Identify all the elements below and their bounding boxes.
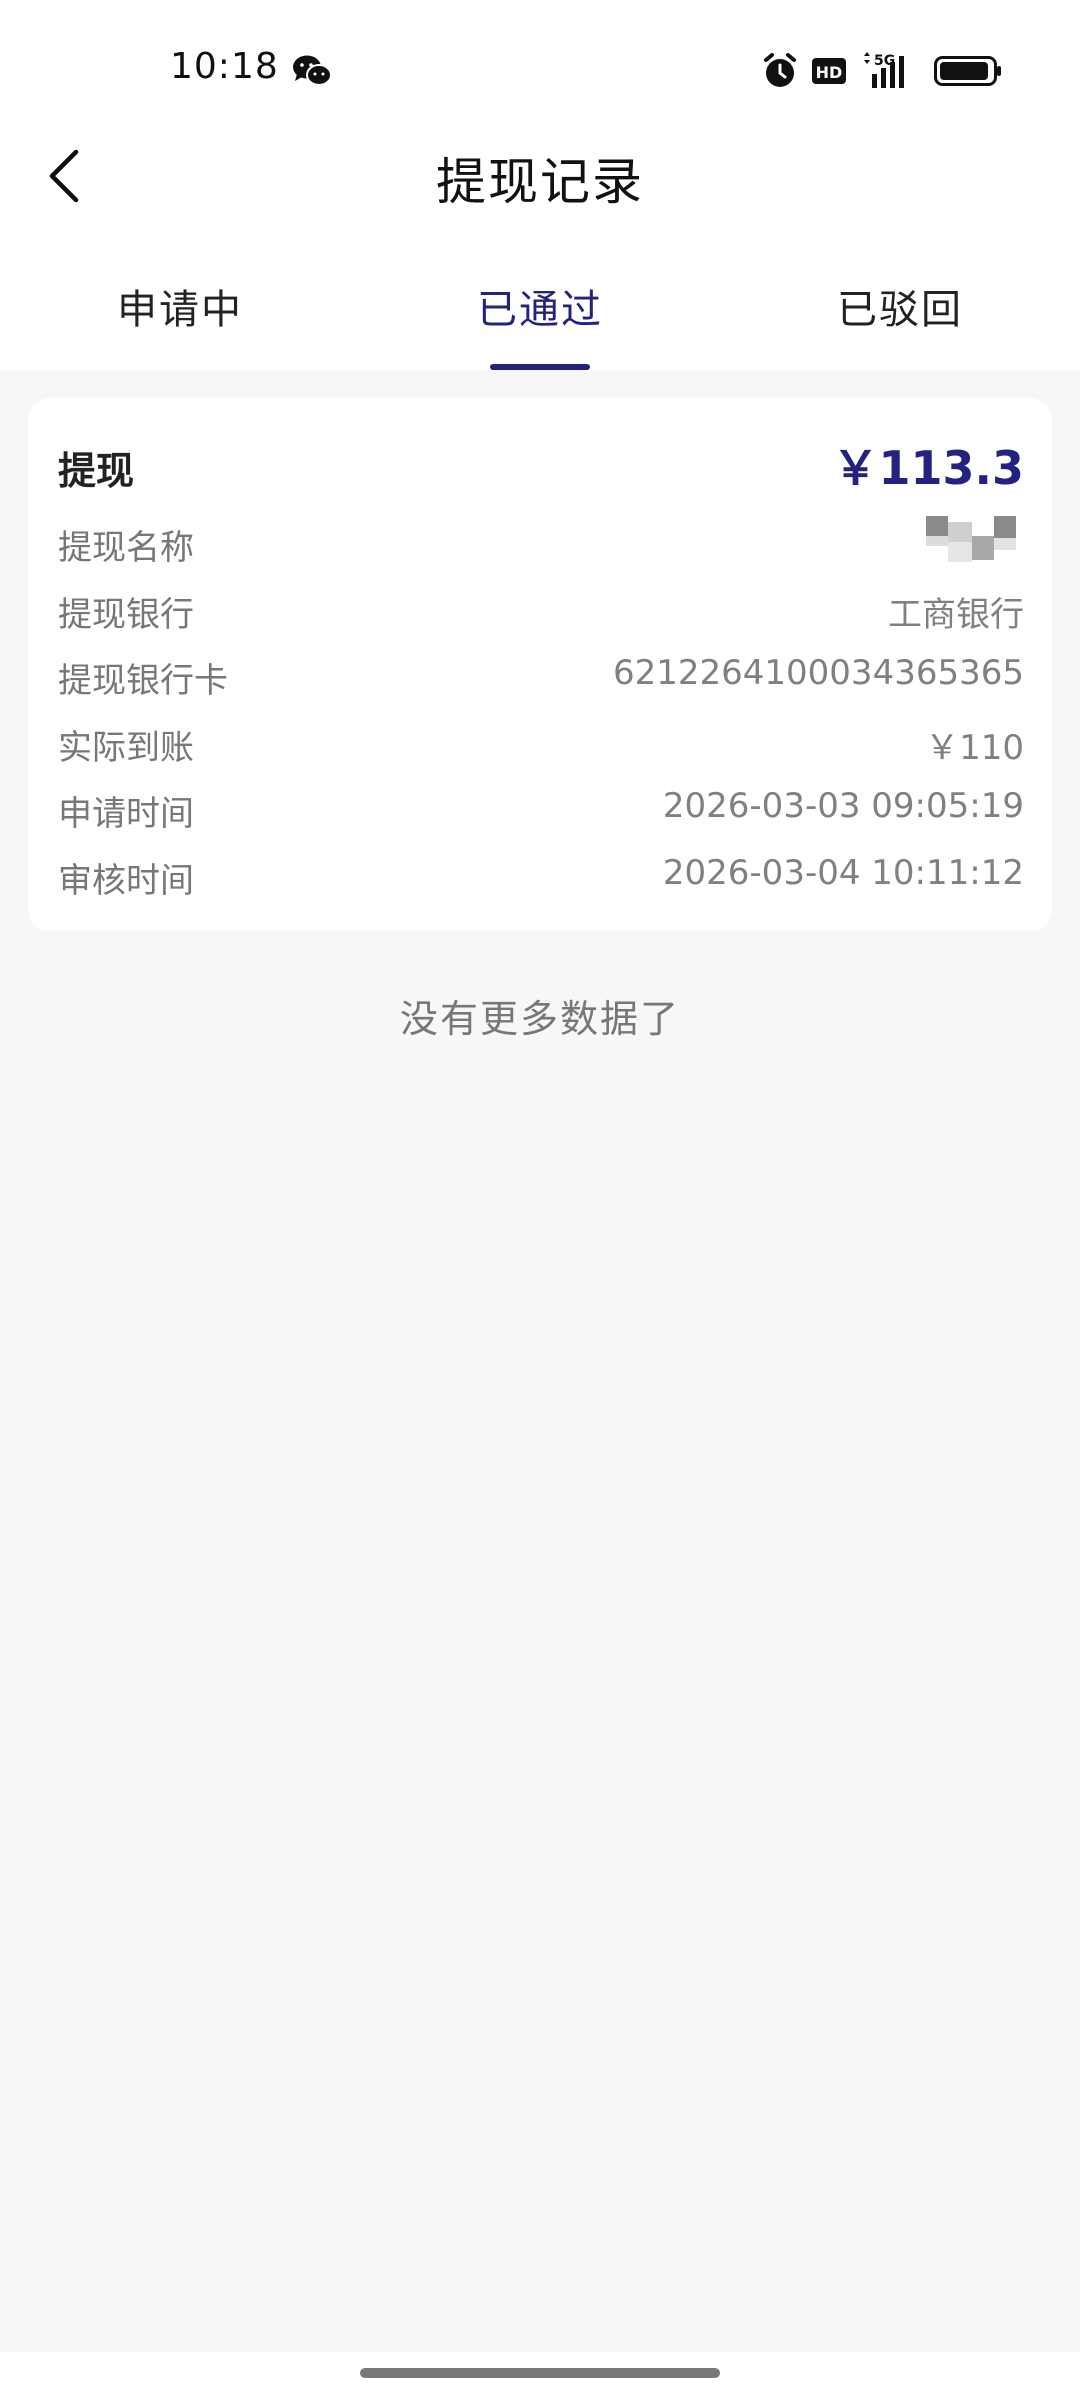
page-title: 提现记录 <box>436 153 644 211</box>
detail-value: ￥110 <box>925 727 1024 768</box>
detail-label: 提现银行 <box>58 594 194 635</box>
status-icons: HD 5G <box>762 50 1002 92</box>
wechat-icon <box>293 55 332 86</box>
detail-label: 申请时间 <box>58 794 194 834</box>
detail-row-received: 实际到账 ￥110 <box>58 710 1024 777</box>
record-details: 提现名称 提现银行 工商银行 提现银行卡 6212264100034365365… <box>58 510 1024 909</box>
detail-row-card: 提现银行卡 6212264100034365365 <box>58 643 1024 710</box>
withdrawal-record-card[interactable]: 提现 ￥113.3 提现名称 提现银行 工商银行 提现银行卡 621226410… <box>28 398 1052 931</box>
detail-row-review-time: 审核时间 2026-03-04 10:11:12 <box>58 843 1024 910</box>
detail-label: 审核时间 <box>58 860 194 901</box>
home-indicator[interactable] <box>360 2368 720 2378</box>
hd-icon: HD <box>812 58 846 84</box>
detail-label: 提现名称 <box>58 528 194 568</box>
detail-label: 实际到账 <box>58 727 194 768</box>
tab-rejected[interactable]: 已驳回 <box>720 265 1080 370</box>
redacted-name-mosaic <box>926 516 1016 562</box>
no-more-data-text: 没有更多数据了 <box>399 997 680 1041</box>
tab-label: 申请中 <box>117 287 243 333</box>
detail-row-name: 提现名称 <box>58 510 1024 577</box>
gesture-bar <box>0 2352 1080 2400</box>
detail-value: 6212264100034365365 <box>612 653 1024 693</box>
signal-5g-icon: 5G <box>864 52 904 88</box>
status-bar: 10:18 HD 5G <box>0 0 1080 140</box>
hd-label: HD <box>816 63 843 82</box>
screen: 10:18 HD 5G 提现记录 申请中 已通过 已驳回 提现 ￥113.3 提… <box>0 0 1080 2400</box>
tab-applying[interactable]: 申请中 <box>0 265 360 370</box>
detail-value: 2026-03-03 09:05:19 <box>662 786 1024 826</box>
tab-label: 已驳回 <box>837 287 963 333</box>
tab-label: 已通过 <box>477 287 603 333</box>
header-area: 10:18 HD 5G 提现记录 申请中 已通过 已驳回 <box>0 0 1080 370</box>
detail-value: 工商银行 <box>888 594 1024 635</box>
detail-value: 2026-03-04 10:11:12 <box>662 852 1024 893</box>
status-time: 10:18 <box>170 46 279 87</box>
status-tabs: 申请中 已通过 已驳回 <box>0 265 1080 370</box>
detail-label: 提现银行卡 <box>58 661 228 701</box>
active-tab-indicator <box>490 364 590 370</box>
record-amount: ￥113.3 <box>832 441 1024 495</box>
tab-approved[interactable]: 已通过 <box>360 265 720 370</box>
card-header: 提现 ￥113.3 <box>58 438 1024 498</box>
battery-icon <box>934 56 1001 86</box>
detail-row-bank: 提现银行 工商银行 <box>58 577 1024 644</box>
alarm-icon <box>764 53 796 87</box>
nav-bar: 提现记录 <box>0 130 1080 220</box>
record-title: 提现 <box>58 449 135 493</box>
detail-row-apply-time: 申请时间 2026-03-03 09:05:19 <box>58 776 1024 843</box>
